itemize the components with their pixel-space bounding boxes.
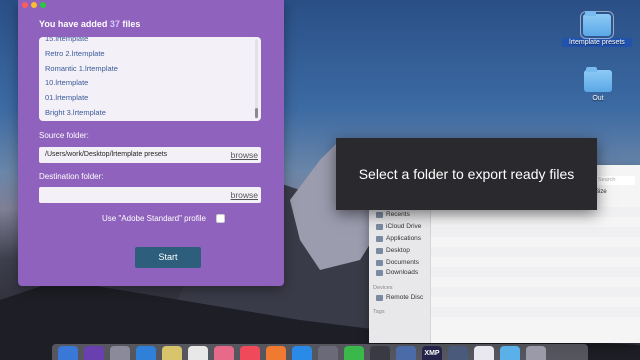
system-preferences-dock-icon[interactable] [318, 346, 338, 360]
source-folder-path: /Users/work/Desktop/lrtemplate presets [45, 151, 168, 158]
sidebar-item-icloud[interactable]: iCloud Drive [376, 223, 421, 230]
file-list[interactable]: 15.lrtemplate Retro 2.lrtemplate Romantic … [39, 37, 261, 121]
document-dock-icon[interactable] [474, 346, 494, 360]
adobe-profile-label: Use "Adobe Standard" profile [102, 214, 206, 223]
instruction-overlay: Select a folder to export ready files [336, 138, 597, 210]
files-count: 37 [109, 19, 120, 29]
sidebar-item-remote-disc[interactable]: Remote Disc [376, 294, 423, 301]
desktop-folder-label: lrtemplate presets [562, 38, 632, 47]
file-list-item[interactable]: 15.lrtemplate [45, 37, 251, 47]
messages-dock-icon[interactable] [344, 346, 364, 360]
files-added-heading: You have added 37 files [39, 19, 141, 29]
sidebar-item-applications[interactable]: Applications [376, 235, 421, 242]
file-list-item[interactable]: 01.lrtemplate [45, 91, 251, 106]
applications-icon [376, 235, 383, 242]
desktop-folder-label: Out [592, 95, 604, 102]
download-icon [376, 269, 383, 276]
desktop-icon [376, 247, 383, 254]
disc-icon [376, 294, 383, 301]
calendar-dock-icon[interactable] [188, 346, 208, 360]
siri-dock-icon[interactable] [84, 346, 104, 360]
folder-icon [584, 67, 612, 92]
file-row [431, 287, 640, 297]
desktop-folder-lrtemplate-presets[interactable]: lrtemplate presets [562, 11, 632, 47]
zoom-window-button[interactable] [40, 2, 46, 8]
scrollbar-thumb[interactable] [255, 108, 258, 118]
tags-header: Tags [373, 309, 385, 315]
clock-icon [376, 211, 383, 218]
xmp-dock-icon[interactable]: XMP [422, 346, 442, 360]
file-row [431, 247, 640, 257]
source-folder-field[interactable]: /Users/work/Desktop/lrtemplate presets b… [39, 147, 261, 163]
minimize-window-button[interactable] [31, 2, 37, 8]
books-dock-icon[interactable] [266, 346, 286, 360]
sidebar-item-recents[interactable]: Recents [376, 211, 410, 218]
launchpad-dock-icon[interactable] [110, 346, 130, 360]
adobe-profile-checkbox[interactable] [215, 214, 225, 223]
notes-dock-icon[interactable] [162, 346, 182, 360]
desktop-folder-out[interactable]: Out [563, 67, 633, 103]
sidebar-item-desktop[interactable]: Desktop [376, 247, 410, 254]
window-controls [22, 2, 46, 8]
lrtemplate-converter-window: You have added 37 files 15.lrtemplate Ret… [18, 0, 284, 286]
destination-folder-label: Destination folder: [39, 172, 104, 181]
destination-folder-field[interactable]: browse [39, 187, 261, 203]
folder-icon [580, 11, 614, 39]
finder-search-input[interactable]: Search [595, 176, 635, 185]
app-store-dock-icon[interactable] [292, 346, 312, 360]
file-row [431, 307, 640, 317]
app-dock-icon[interactable] [448, 346, 468, 360]
file-list-item[interactable]: Retro 2.lrtemplate [45, 47, 251, 62]
close-window-button[interactable] [22, 2, 28, 8]
file-list-item[interactable]: Romantic 1.lrtemplate [45, 62, 251, 77]
start-button[interactable]: Start [135, 247, 201, 268]
app-dock-icon[interactable] [396, 346, 416, 360]
destination-browse-link[interactable]: browse [231, 190, 258, 200]
source-folder-label: Source folder: [39, 131, 89, 140]
adobe-profile-option: Use "Adobe Standard" profile [102, 214, 225, 223]
sidebar-item-downloads[interactable]: Downloads [376, 269, 418, 276]
file-list-item[interactable]: Bright 3.lrtemplate [45, 106, 251, 121]
finder-dock-icon[interactable] [58, 346, 78, 360]
trash-dock-icon[interactable] [526, 346, 546, 360]
lightroom-dock-icon[interactable] [370, 346, 390, 360]
file-row [431, 227, 640, 237]
file-list-item[interactable]: 10.lrtemplate [45, 76, 251, 91]
safari-dock-icon[interactable] [136, 346, 156, 360]
cloud-icon [376, 223, 383, 230]
file-list-scrollbar[interactable] [255, 39, 258, 119]
document-icon [376, 259, 383, 266]
downloads-folder-dock-icon[interactable] [500, 346, 520, 360]
music-dock-icon[interactable] [240, 346, 260, 360]
file-row [431, 267, 640, 277]
dock: XMP [52, 344, 588, 360]
sidebar-item-documents[interactable]: Documents [376, 259, 419, 266]
photos-dock-icon[interactable] [214, 346, 234, 360]
source-browse-link[interactable]: browse [231, 150, 258, 160]
devices-header: Devices [373, 285, 393, 291]
